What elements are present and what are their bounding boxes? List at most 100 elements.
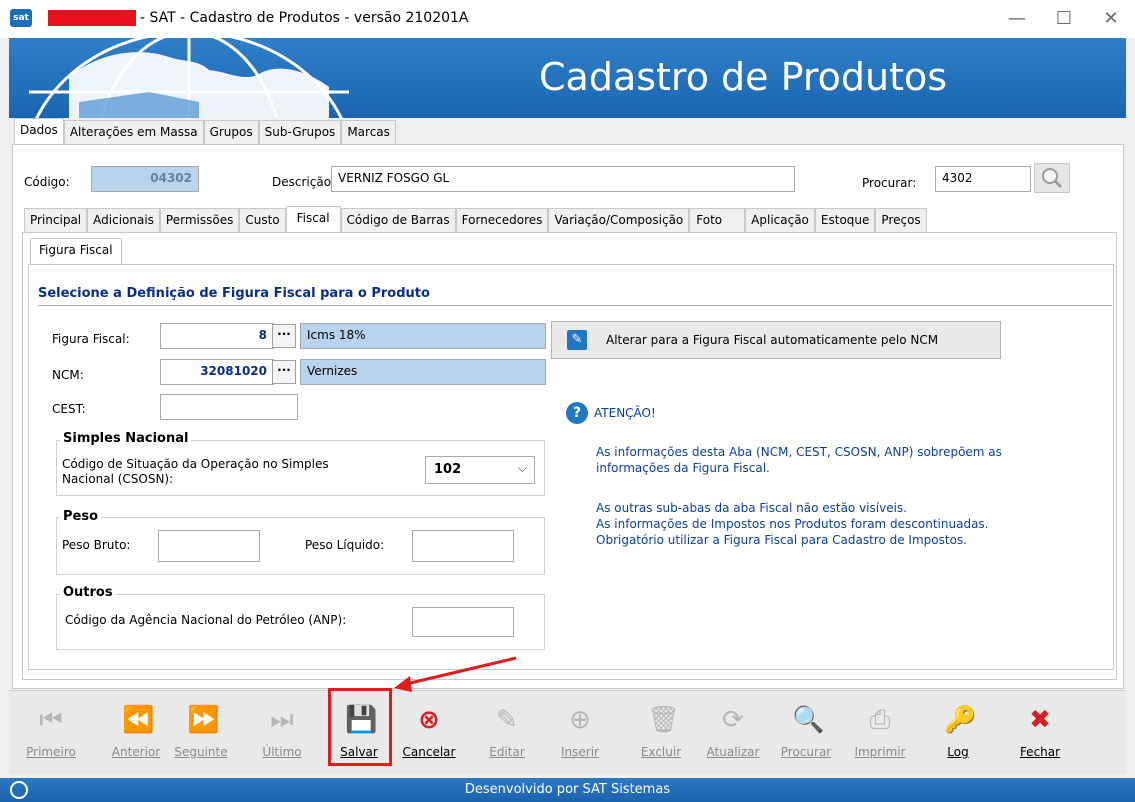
codigo-label: Código: [24,175,70,189]
simples-nacional-title: Simples Nacional [60,431,192,446]
ncm-code-field[interactable]: 32081020 [160,359,274,385]
peso-bruto-field[interactable] [158,530,260,562]
alterar-por-ncm-label: Alterar para a Figura Fiscal automaticam… [606,333,939,347]
anterior-label: Anterior [111,745,161,759]
fechar-button[interactable]: ✖ Fechar [1005,699,1075,769]
anp-field[interactable] [412,607,514,637]
app-icon: sat [10,9,32,27]
csosn-label-line1: Código de Situação da Operação no Simple… [62,457,329,471]
refresh-icon: ⟳ [722,705,744,735]
tab-dados[interactable]: Dados [14,118,64,144]
tab-sub-grupos[interactable]: Sub-Grupos [258,120,342,144]
tab-figura-fiscal[interactable]: Figura Fiscal [30,238,122,264]
tab-estoque[interactable]: Estoque [814,208,876,232]
imprimir-label: Imprimir [854,745,906,759]
tab-fiscal[interactable]: Fiscal [285,206,341,232]
section-title: Selecione a Definição de Figura Fiscal p… [38,286,430,301]
close-icon: ✖ [1029,705,1051,735]
search-icon: 🔍 [792,705,825,735]
peso-liquido-field[interactable] [412,530,514,562]
last-icon: ⏭ [270,705,294,735]
alterar-por-ncm-button[interactable]: ✎ Alterar para a Figura Fiscal automatic… [551,321,1001,359]
main-tabs: Dados Alterações em Massa Grupos Sub-Gru… [14,118,396,144]
status-bar: Desenvolvido por SAT Sistemas [0,778,1135,802]
status-text: Desenvolvido por SAT Sistemas [464,782,671,797]
peso-liquido-label: Peso Líquido: [305,538,385,552]
figura-fiscal-code-field[interactable]: 8 [160,323,274,349]
ncm-label: NCM: [52,368,84,382]
atualizar-button[interactable]: ⟳ Atualizar [698,699,768,769]
peso-title: Peso [60,509,102,524]
log-button[interactable]: 🔑 Log [923,699,993,769]
notice-line-4: As informações de Impostos nos Produtos … [596,517,989,531]
procurar-label: Procurar [780,745,832,759]
procurar-button[interactable]: 🔍 Procurar [771,699,841,769]
minimize-button[interactable]: — [1005,8,1029,30]
outros-title: Outros [60,585,116,600]
tab-variacao-composicao[interactable]: Variação/Composição [548,208,690,232]
procurar-field[interactable]: 4302 [935,166,1031,192]
procurar-label: Procurar: [862,176,917,190]
peso-bruto-label: Peso Bruto: [62,538,131,552]
descricao-field[interactable]: VERNIZ FOSGO GL [331,166,795,192]
banner-title: Cadastro de Produtos [539,55,948,99]
maximize-button[interactable]: ☐ [1052,8,1076,30]
fechar-label: Fechar [1019,745,1061,759]
csosn-select[interactable]: 102 ⌵ [425,456,535,484]
anterior-button[interactable]: ⏪ Anterior [101,699,171,769]
cancelar-button[interactable]: ⊗ Cancelar [394,699,464,769]
globe-logo [29,38,349,118]
codigo-field[interactable]: 04302 [91,166,199,192]
figura-fiscal-description: Icms 18% [300,323,546,349]
figura-fiscal-label: Figura Fiscal: [52,332,130,346]
ncm-description: Vernizes [300,359,546,385]
tab-permissoes[interactable]: Permissões [159,208,240,232]
next-icon: ⏩ [187,705,220,735]
tab-aplicacao[interactable]: Aplicação [745,208,815,232]
tab-fornecedores[interactable]: Fornecedores [455,208,549,232]
inserir-button[interactable]: ⊕ Inserir [545,699,615,769]
tab-adicionais[interactable]: Adicionais [87,208,160,232]
print-icon: ⎙ [869,705,891,735]
section-divider [38,305,1112,306]
close-window-button[interactable]: ✕ [1099,8,1123,30]
editar-button[interactable]: ✎ Editar [472,699,542,769]
primeiro-button[interactable]: ⏮ Primeiro [16,699,86,769]
tab-codigo-de-barras[interactable]: Código de Barras [340,208,456,232]
search-button[interactable] [1034,163,1070,193]
edit-icon: ✎ [496,705,518,735]
toolbar: ⏮ Primeiro ⏪ Anterior ⏩ Seguinte ⏭ Últim… [9,690,1126,774]
figura-fiscal-lookup-button[interactable]: ··· [272,324,296,348]
excluir-label: Excluir [640,745,682,759]
atualizar-label: Atualizar [706,745,760,759]
tab-marcas[interactable]: Marcas [341,120,396,144]
app-window: sat - SAT - Cadastro de Produtos - versã… [0,0,1135,802]
imprimir-button[interactable]: ⎙ Imprimir [845,699,915,769]
ncm-lookup-button[interactable]: ··· [272,360,296,384]
seguinte-label: Seguinte [174,745,228,759]
excluir-button[interactable]: 🗑 Excluir [626,699,696,769]
notice-line-3: As outras sub-abas da aba Fiscal não est… [596,501,907,515]
ultimo-button[interactable]: ⏭ Último [247,699,317,769]
seguinte-button[interactable]: ⏩ Seguinte [166,699,236,769]
chevron-down-icon: ⌵ [517,461,527,475]
ultimo-label: Último [262,745,302,759]
tab-principal[interactable]: Principal [24,208,88,232]
question-icon: ? [566,402,588,424]
trash-icon: 🗑 [647,705,681,735]
first-icon: ⏮ [39,705,63,735]
tab-grupos[interactable]: Grupos [203,120,259,144]
redacted-company-name [48,10,136,26]
tab-precos[interactable]: Preços [875,208,927,232]
previous-icon: ⏪ [122,705,155,735]
csosn-label-line2: Nacional (CSOSN): [62,472,174,486]
tab-foto[interactable]: Foto [689,208,746,232]
tab-custo[interactable]: Custo [239,208,286,232]
csosn-value: 102 [434,462,462,477]
descricao-label: Descrição: [272,175,336,189]
tab-alteracoes-em-massa[interactable]: Alterações em Massa [63,120,204,144]
notice-title: ATENÇÃO! [594,406,656,420]
cancel-icon: ⊗ [418,705,440,735]
cest-field[interactable] [160,394,298,420]
notice-line-1: As informações desta Aba (NCM, CEST, CSO… [596,445,1002,459]
